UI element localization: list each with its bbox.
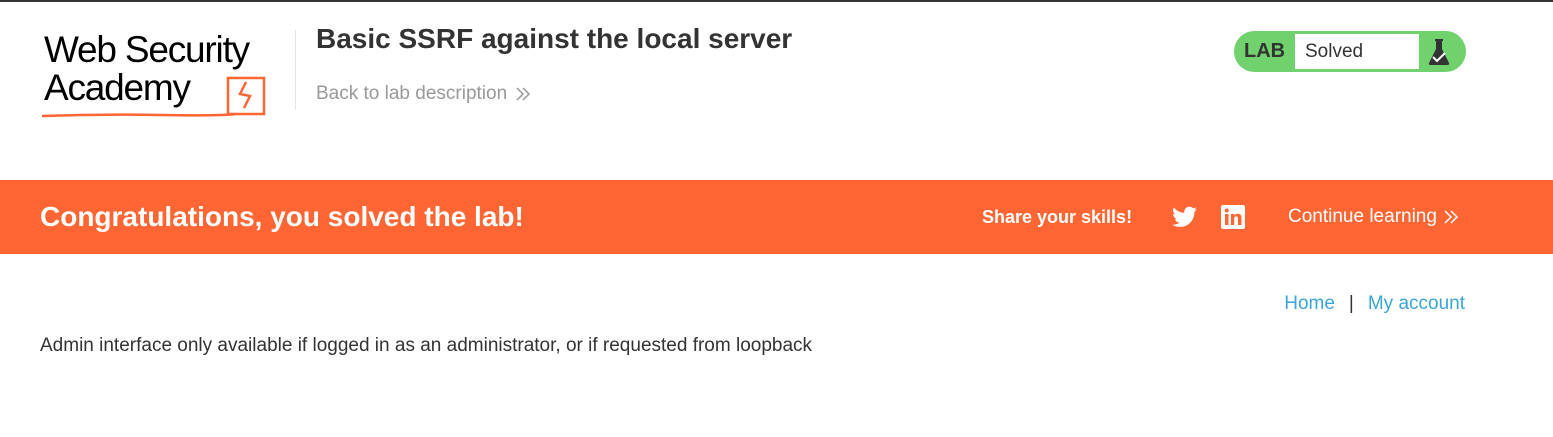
double-chevron-right-icon [1444, 210, 1459, 224]
top-nav: Home | My account [1284, 292, 1465, 316]
nav-home-link[interactable]: Home [1284, 292, 1335, 316]
back-to-lab-description-link[interactable]: Back to lab description [316, 82, 531, 106]
double-chevron-right-icon [516, 87, 531, 101]
logo-underline-mark [41, 76, 266, 118]
lab-status-box: Solved [1295, 34, 1419, 69]
continue-learning-link[interactable]: Continue learning [1288, 180, 1459, 254]
lab-title: Basic SSRF against the local server [316, 23, 793, 54]
flask-icon [1428, 39, 1450, 65]
logo-text-line1: Web Security [44, 29, 250, 70]
linkedin-icon[interactable] [1221, 205, 1245, 229]
share-skills-label: Share your skills! [982, 207, 1133, 227]
admin-access-message: Admin interface only available if logged… [40, 335, 813, 356]
banner-message: Congratulations, you solved the lab! [40, 201, 524, 232]
header: Web Security Academy Basic SSRF against … [0, 2, 1553, 180]
continue-learning-label: Continue learning [1288, 206, 1437, 227]
nav-separator: | [1348, 293, 1354, 314]
lab-status-widget: LAB Solved [1234, 31, 1466, 72]
nav-my-account-link[interactable]: My account [1368, 292, 1465, 316]
header-divider [295, 30, 296, 110]
back-link-label: Back to lab description [316, 83, 508, 104]
lab-status-text: Solved [1305, 41, 1364, 62]
web-security-academy-logo[interactable]: Web Security Academy [40, 30, 292, 122]
twitter-icon[interactable] [1172, 206, 1197, 228]
congratulations-banner: Congratulations, you solved the lab! Sha… [0, 180, 1553, 254]
lab-status-tag: LAB [1244, 40, 1286, 62]
